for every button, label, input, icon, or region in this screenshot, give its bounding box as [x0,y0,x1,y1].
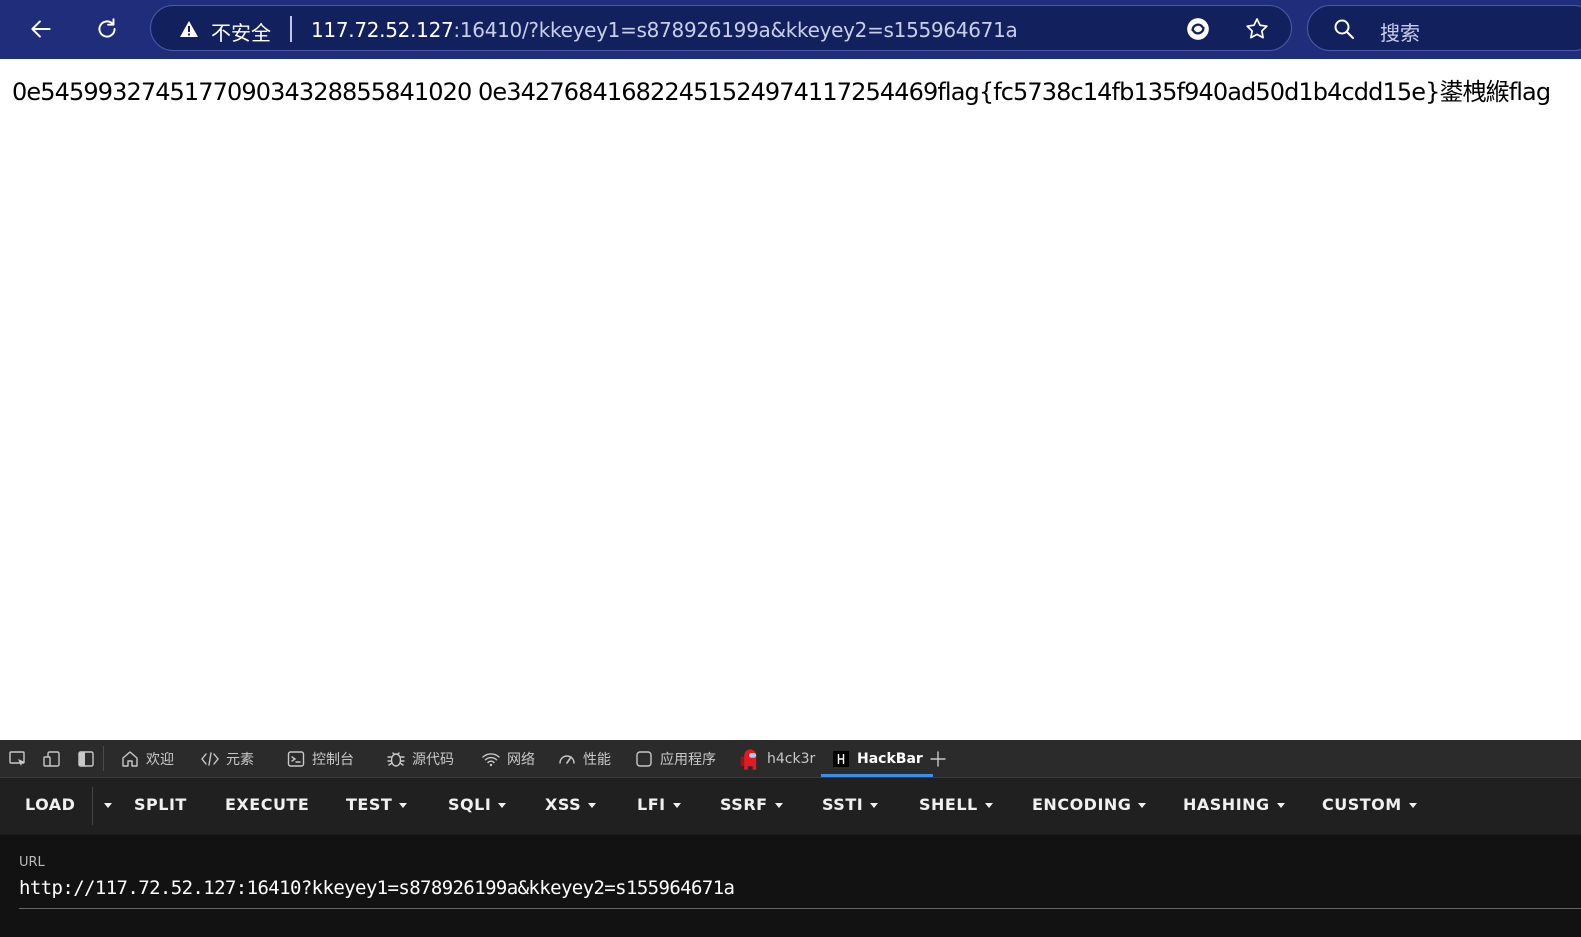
execute-button[interactable]: EXECUTE [225,795,309,814]
home-icon [122,750,138,767]
ssti-label: SSTI [822,795,864,814]
sqli-menu-button[interactable]: SQLI [448,795,507,814]
chevron-down-icon [984,803,993,808]
url-host: 117.72.52.127 [311,18,454,42]
split-button[interactable]: SPLIT [134,795,187,814]
xss-menu-button[interactable]: XSS [545,795,597,814]
url-field[interactable]: http://117.72.52.127:16410?kkeyey1=s8789… [19,877,735,899]
gauge-icon [559,754,575,764]
chevron-down-icon [774,803,783,808]
sqli-label: SQLI [448,795,492,814]
chevron-down-icon [1408,803,1417,808]
tab-performance[interactable]: 性能 [557,740,611,777]
code-icon [201,751,219,766]
lfi-label: LFI [637,795,666,814]
hashing-menu-button[interactable]: HASHING [1183,795,1285,814]
url-text[interactable]: 117.72.52.127:16410/?kkeyey1=s878926199a… [311,18,1018,42]
shell-menu-button[interactable]: SHELL [919,795,993,814]
device-toolbar-icon[interactable] [42,749,62,769]
ssrf-label: SSRF [720,795,768,814]
security-status[interactable]: 不安全 [211,17,271,46]
chevron-down-icon [1138,803,1147,808]
url-field-label: URL [19,855,45,870]
test-menu-button[interactable]: TEST [346,795,408,814]
add-tab-icon[interactable] [928,749,948,769]
url-path: :16410/?kkeyey1=s878926199a&kkeyey2=s155… [453,18,1018,42]
crewmate-icon [740,748,757,770]
tab-label: 性能 [583,751,611,768]
tab-hackbar[interactable]: HackBar [821,740,933,777]
tab-label: 控制台 [312,751,354,768]
ssti-menu-button[interactable]: SSTI [822,795,879,814]
custom-menu-button[interactable]: CUSTOM [1322,795,1417,814]
hackbar-toolbar: LOAD SPLIT EXECUTE TEST SQLI XSS LFI SSR… [0,778,1581,834]
url-field-underline [19,908,1581,909]
load-split-divider [92,787,93,825]
tab-label: 欢迎 [146,751,174,768]
address-bar[interactable]: 不安全 117.72.52.127:16410/?kkeyey1=s878926… [150,5,1292,51]
load-dropdown-button[interactable] [97,795,112,814]
tabbar-divider [103,746,104,771]
ssrf-menu-button[interactable]: SSRF [720,795,783,814]
encoding-label: ENCODING [1032,795,1132,814]
load-button[interactable]: LOAD [25,795,75,814]
tab-welcome[interactable]: 欢迎 [120,740,174,777]
tab-console[interactable]: 控制台 [286,740,354,777]
search-placeholder: 搜索 [1380,21,1420,45]
tab-network[interactable]: 网络 [481,740,535,777]
tab-label: 应用程序 [660,751,716,768]
tab-sources[interactable]: 源代码 [386,740,454,777]
xss-label: XSS [545,795,582,814]
chevron-down-icon [588,803,597,808]
back-button[interactable] [21,9,61,49]
tab-label: HackBar [857,750,923,767]
warning-icon[interactable] [179,19,199,39]
chevron-down-icon [498,803,507,808]
edge-refresh-icon[interactable] [1185,16,1211,42]
app-icon [636,750,652,767]
console-icon [287,750,305,767]
encoding-menu-button[interactable]: ENCODING [1032,795,1147,814]
refresh-button[interactable] [87,9,127,49]
hackbar-icon [833,750,849,767]
inspect-element-icon[interactable] [8,749,28,769]
lfi-menu-button[interactable]: LFI [637,795,681,814]
chevron-down-icon [1276,803,1285,808]
active-tab-indicator [821,774,933,777]
devtools-tabbar: 欢迎 元素 控制台 源代码 网络 性能 应用程序 h4ck3r HackBar [0,740,1581,778]
tab-label: 源代码 [412,751,454,768]
dock-side-icon[interactable] [76,749,96,769]
favorite-star-icon[interactable] [1244,16,1270,42]
tab-application[interactable]: 应用程序 [634,740,716,777]
refresh-icon [98,18,116,38]
chevron-down-icon [672,803,681,808]
devtools-panel: 欢迎 元素 控制台 源代码 网络 性能 应用程序 h4ck3r HackBar … [0,740,1581,937]
tab-elements[interactable]: 元素 [200,740,254,777]
search-box[interactable]: 搜索 [1307,5,1581,51]
hashing-label: HASHING [1183,795,1270,814]
chevron-down-icon [399,803,408,808]
chevron-down-icon [870,803,879,808]
custom-label: CUSTOM [1322,795,1402,814]
address-separator [290,16,292,42]
tab-label: 元素 [226,751,254,768]
tab-label: 网络 [507,751,535,768]
test-label: TEST [346,795,393,814]
shell-label: SHELL [919,795,978,814]
tab-label: h4ck3r [767,750,816,767]
back-arrow-icon [31,20,51,38]
hackbar-url-panel: URL http://117.72.52.127:16410?kkeyey1=s… [0,835,1581,937]
wifi-icon [482,752,500,766]
page-body-text: 0e545993274517709034328855841020 0e34276… [12,78,1551,106]
bug-icon [387,751,405,767]
search-icon [1334,19,1354,39]
chevron-down-icon [104,803,112,808]
tab-h4ck3r[interactable]: h4ck3r [737,740,815,777]
browser-toolbar: 不安全 117.72.52.127:16410/?kkeyey1=s878926… [0,0,1581,59]
